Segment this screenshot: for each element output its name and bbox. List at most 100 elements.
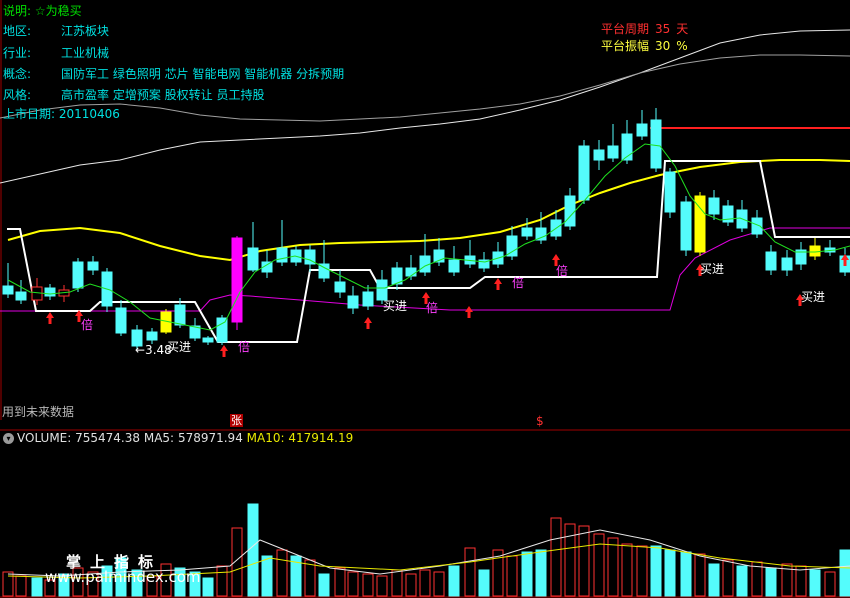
candle-body — [362, 291, 374, 307]
candle-body — [334, 281, 346, 293]
future-data-note: 用到未来数据 — [2, 405, 75, 419]
candle-body — [564, 195, 576, 227]
candle-body — [115, 307, 127, 334]
buy-arrow-icon — [494, 278, 502, 290]
info-concept: 概念: 国防军工 绿色照明 芯片 智能电网 智能机器 分拆预期 — [3, 67, 345, 81]
candle-body — [593, 149, 605, 161]
candle-body — [44, 287, 56, 297]
buy-label-3: 买进 — [700, 262, 725, 276]
volume-bar — [839, 549, 850, 597]
volume-bar — [680, 551, 692, 597]
volume-bar — [362, 573, 374, 597]
candle-body — [578, 145, 590, 201]
buy-arrow-icon — [220, 345, 228, 357]
candle-body — [247, 247, 259, 271]
bei-label-2: 倍 — [238, 340, 251, 354]
buy-arrow-icon — [465, 306, 473, 318]
volume-bar — [448, 565, 460, 597]
candle-body — [765, 251, 777, 271]
candle-body — [607, 145, 619, 159]
info-region: 地区: 江苏板块 — [3, 24, 110, 38]
dollar-marker: $ — [536, 414, 544, 428]
volume-bar — [276, 549, 288, 597]
candle-body — [664, 171, 676, 213]
candle-body — [781, 257, 793, 271]
bei-label-1: 倍 — [81, 318, 94, 332]
candle-body — [2, 285, 14, 295]
candle-body — [809, 245, 821, 257]
volume-header: ▾ VOLUME: 755474.38 MA5: 578971.94 MA10: … — [3, 431, 353, 445]
volume-bar — [464, 547, 476, 597]
collapse-toggle-icon[interactable]: ▾ — [3, 433, 14, 444]
volume-bar — [31, 577, 43, 597]
candle-body — [535, 227, 547, 241]
candle-body — [347, 295, 359, 309]
info-listing-date: 上市日期: 20110406 — [3, 107, 120, 121]
platform-period: 平台周期 35 天 — [601, 22, 689, 36]
candle-body — [419, 255, 431, 273]
volume-bar — [247, 503, 259, 597]
candle-body — [448, 259, 460, 273]
volume-bar — [15, 575, 27, 597]
candle-body — [521, 227, 533, 237]
candle-body — [174, 304, 186, 326]
volume-bar — [261, 555, 273, 597]
candle-body — [405, 267, 417, 277]
volume-bar — [593, 533, 605, 597]
candle-body — [72, 261, 84, 289]
volume-bar — [694, 553, 706, 597]
volume-bar — [318, 573, 330, 597]
volume-bar — [636, 545, 648, 597]
buy-label-4: 买进 — [801, 290, 826, 304]
volume-bar — [231, 527, 243, 597]
volume-bar — [405, 573, 417, 597]
volume-bar — [708, 563, 720, 597]
bei-label-4: 倍 — [512, 276, 525, 290]
volume-bar — [506, 555, 518, 597]
zhang-marker: 张 — [230, 414, 243, 427]
volume-bar — [391, 569, 403, 597]
candle-body — [276, 247, 288, 263]
buy-label-1: 买进 — [167, 340, 192, 354]
candle-body — [680, 201, 692, 251]
buy-arrow-icon — [364, 317, 372, 329]
volume-bar — [376, 575, 388, 597]
candle-body — [146, 331, 158, 341]
candle-body — [506, 235, 518, 257]
volume-bar — [765, 567, 777, 597]
info-style: 风格: 高市盈率 定增预案 股权转让 员工持股 — [3, 88, 265, 102]
volume-bar — [824, 571, 836, 597]
bei-label-5: 倍 — [556, 264, 569, 278]
volume-bar — [419, 569, 431, 597]
volume-bar — [578, 525, 590, 597]
volume-bar — [347, 571, 359, 597]
volume-bar — [650, 545, 662, 597]
candle-body — [636, 123, 648, 137]
volume-bar — [809, 569, 821, 597]
volume-bar — [550, 517, 562, 597]
buy-arrow-icon — [46, 312, 54, 324]
candle-body — [231, 237, 243, 323]
volume-bar — [664, 549, 676, 597]
volume-bar — [433, 571, 445, 597]
candle-body — [202, 337, 214, 343]
volume-bar — [621, 543, 633, 597]
candle-body — [708, 197, 720, 215]
volume-bar — [202, 577, 214, 597]
info-industry: 行业: 工业机械 — [3, 46, 110, 60]
volume-bar — [521, 551, 533, 597]
info-title: 说明: ☆为稳买 — [3, 4, 82, 18]
platform-amplitude: 平台振幅 30% — [601, 39, 688, 53]
candle-body — [15, 291, 27, 301]
bei-label-3: 倍 — [426, 301, 439, 315]
volume-bar — [736, 565, 748, 597]
candle-body — [650, 119, 662, 169]
volume-bar — [478, 569, 490, 597]
candle-body — [87, 261, 99, 271]
buy-label-2: 买进 — [383, 299, 408, 313]
volume-bar — [535, 549, 547, 597]
volume-bar — [216, 565, 228, 597]
volume-bar — [795, 565, 807, 597]
watermark-url: www.palmindex.com — [45, 568, 201, 586]
volume-bar — [607, 537, 619, 597]
